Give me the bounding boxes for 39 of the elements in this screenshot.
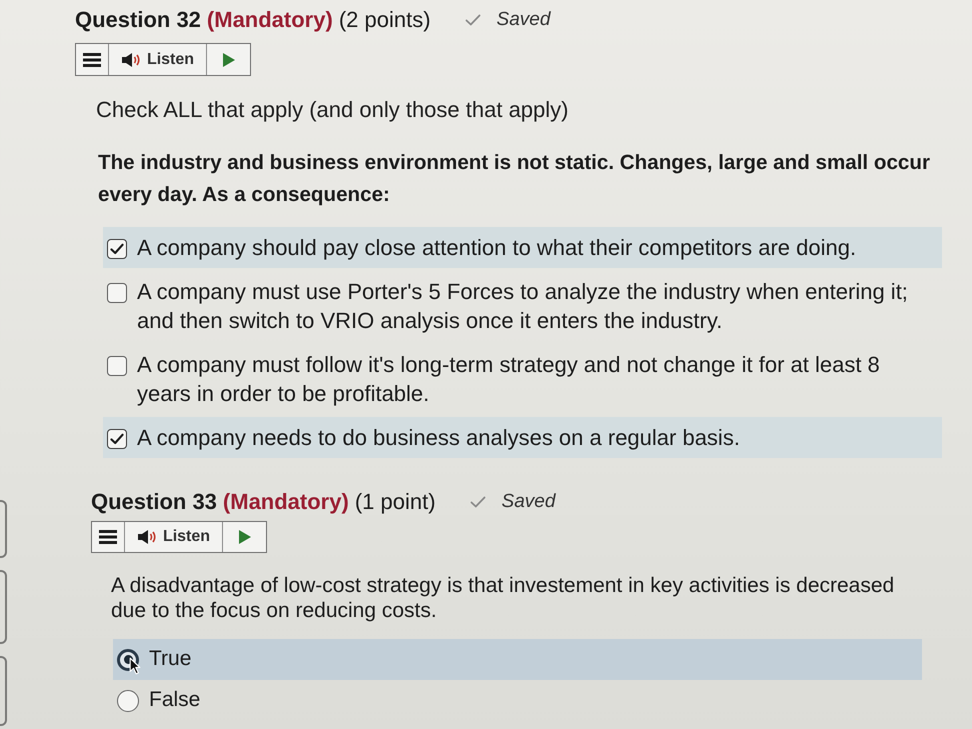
- question-title: Question 32: [75, 7, 201, 33]
- menu-icon: [99, 530, 117, 544]
- option-text: True: [149, 646, 192, 672]
- check-icon: [470, 496, 486, 508]
- answer-option[interactable]: A company must follow it's long-term strategy and not change it for at least 8 years in order to be profitable.: [103, 344, 942, 414]
- speaker-icon: [120, 52, 141, 68]
- radio-button[interactable]: [117, 690, 139, 712]
- answer-option[interactable]: True: [113, 639, 922, 680]
- checkbox[interactable]: [107, 238, 127, 258]
- checkbox[interactable]: [107, 428, 127, 448]
- play-icon: [222, 52, 234, 66]
- play-icon: [238, 530, 250, 544]
- check-icon: [464, 14, 481, 26]
- answer-option[interactable]: A company must use Porter's 5 Forces to analyze the industry when entering it; and then switch to VRIO analysis once it enters the industry.: [103, 271, 942, 341]
- instruction-text: Check ALL that apply (and only those that apply): [96, 96, 570, 124]
- panel-edge: [0, 656, 7, 726]
- answer-option[interactable]: A company needs to do business analyses on a regular basis.: [103, 417, 942, 458]
- points-label: (2 points): [338, 7, 431, 33]
- mandatory-label: (Mandatory): [222, 489, 349, 515]
- option-text: A company should pay close attention to what their competitors are doing.: [137, 234, 856, 262]
- option-text: A company must use Porter's 5 Forces to analyze the industry when entering it; and then switch to VRIO analysis once it enters the industry.: [137, 278, 909, 335]
- answer-option[interactable]: False: [113, 680, 922, 721]
- option-text: A company needs to do business analyses on a regular basis.: [137, 424, 740, 452]
- question-title: Question 33: [91, 489, 217, 515]
- points-label: (1 point): [354, 489, 436, 515]
- option-text: A company must follow it's long-term strategy and not change it for at least 8 years in order to be profitable.: [137, 351, 881, 408]
- answer-option[interactable]: A company should pay close attention to what their competitors are doing.: [103, 227, 942, 268]
- menu-icon: [83, 52, 101, 66]
- cursor-icon: [129, 657, 141, 675]
- saved-status: Saved: [502, 490, 556, 514]
- checkbox[interactable]: [107, 282, 127, 302]
- speaker-icon: [136, 529, 157, 545]
- mandatory-label: (Mandatory): [206, 7, 333, 33]
- question-text: A disadvantage of low-cost strategy is that investement in key activities is decreased due to the focus on reducing costs.: [111, 573, 896, 623]
- checkbox[interactable]: [107, 356, 127, 376]
- saved-status: Saved: [496, 8, 550, 32]
- panel-edge: [0, 500, 7, 558]
- option-text: False: [149, 687, 200, 713]
- question-text: The industry and business environment is not static. Changes, large and small occur every day. As a consequence:: [98, 150, 931, 208]
